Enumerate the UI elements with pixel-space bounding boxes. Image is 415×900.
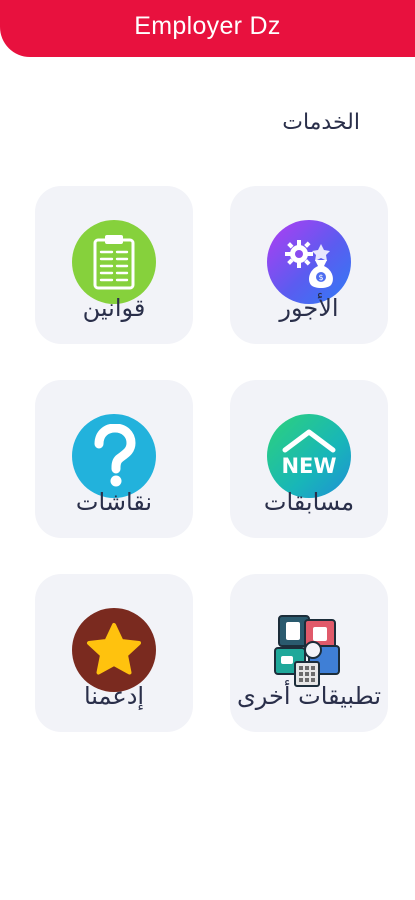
app-header: Employer Dz [0, 0, 415, 57]
service-label-salaries: الأجور [279, 294, 339, 322]
star-support-icon [72, 608, 156, 692]
service-label-other-apps: تطبيقات أخرى [236, 682, 382, 710]
service-card-laws[interactable]: قوانين [35, 186, 193, 344]
salary-gear-money-icon: $ [267, 220, 351, 304]
question-mark-icon [72, 414, 156, 498]
new-badge-house-icon: NEW [267, 414, 351, 498]
service-card-discussions[interactable]: نقاشات [35, 380, 193, 538]
service-card-competitions[interactable]: NEW مسابقات [230, 380, 388, 538]
service-card-salaries[interactable]: $ الأجور [230, 186, 388, 344]
clipboard-laws-icon [72, 220, 156, 304]
svg-text:$: $ [318, 273, 323, 282]
section-title-services: الخدمات [282, 110, 360, 135]
service-card-other-apps[interactable]: تطبيقات أخرى [230, 574, 388, 732]
service-label-support-us: إدعمنا [83, 682, 145, 710]
svg-text:NEW: NEW [281, 454, 336, 478]
service-label-laws: قوانين [82, 294, 146, 322]
service-card-support-us[interactable]: إدعمنا [35, 574, 193, 732]
other-apps-icon [267, 608, 351, 692]
service-label-discussions: نقاشات [75, 488, 153, 516]
app-title: Employer Dz [134, 12, 281, 40]
service-label-competitions: مسابقات [263, 488, 355, 516]
